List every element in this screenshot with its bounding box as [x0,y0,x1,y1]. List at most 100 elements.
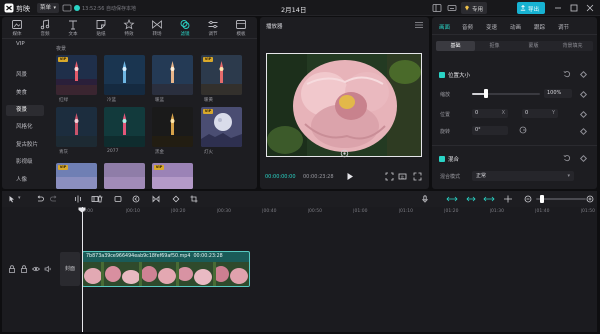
subtab-basic[interactable]: 基础 [436,41,475,51]
position-size-checkbox[interactable] [439,72,445,78]
category-scenery[interactable]: 风景 [6,70,44,81]
redo-icon[interactable] [50,195,58,203]
select-cursor-icon[interactable] [8,195,16,203]
keyframe-icon[interactable] [579,127,588,136]
speaker-icon[interactable] [44,265,52,273]
split-preview-icon[interactable] [503,195,513,203]
position-x-field[interactable]: 0 X [472,109,508,118]
keyframe-icon[interactable] [579,110,588,119]
zoom-out-icon[interactable] [524,195,532,203]
category-stylized[interactable]: 风格化 [6,122,44,133]
keyboard-shortcut-icon[interactable] [447,3,457,13]
export-button[interactable]: 导出 [517,2,545,14]
category-food[interactable]: 美食 [6,88,44,99]
tab-effects[interactable]: 特效 [114,18,144,38]
scale-slider-handle[interactable] [484,89,489,98]
subtab-cutout[interactable]: 抠像 [475,41,514,51]
tab-speed[interactable]: 变速 [486,23,497,31]
tab-animation[interactable]: 动画 [510,23,521,31]
tab-filter[interactable]: 滤镜 [170,18,200,38]
reset-icon[interactable] [563,70,571,78]
blend-checkbox[interactable] [439,156,445,162]
filter-thumbnail[interactable]: VIP [56,55,97,95]
filter-thumbnail[interactable] [152,55,193,95]
fit-screen-icon[interactable] [385,172,394,181]
menu-icon[interactable] [414,21,424,29]
keyframe-icon[interactable] [579,154,588,163]
undo-icon[interactable] [36,195,44,203]
playhead[interactable] [82,207,83,332]
linkage-icon[interactable] [483,195,495,203]
category-vip[interactable]: VIP [6,39,44,50]
timeline-zoom-handle[interactable] [540,195,544,203]
magnet-snap-icon[interactable] [465,195,477,203]
lock-icon[interactable] [20,265,28,273]
category-cinematic[interactable]: 影视级 [6,157,44,168]
filter-thumbnail[interactable] [152,107,193,147]
category-retro-film[interactable]: 复古胶片 [6,140,44,151]
tab-picture[interactable]: 画面 [439,23,450,31]
video-preview[interactable] [266,53,422,157]
camera-icon[interactable] [340,149,349,158]
filter-thumbnail[interactable]: VIP [201,107,242,147]
tab-adjust[interactable]: 调节 [558,23,569,31]
tab-transition[interactable]: 转场 [142,18,172,38]
filter-thumbnail[interactable] [104,163,145,189]
chevron-down-icon[interactable]: ▾ [18,195,21,201]
fullscreen-icon[interactable] [413,172,422,181]
blend-mode-select[interactable]: 正常 ▾ [472,171,574,181]
reset-icon[interactable] [563,154,571,162]
pro-button[interactable]: 专用 [461,2,487,14]
zoom-in-icon[interactable] [586,195,594,203]
reverse-icon[interactable] [132,195,140,203]
cover-button[interactable]: 封面 [60,252,80,286]
tab-template[interactable]: 模板 [226,18,256,38]
minimize-icon[interactable] [553,3,563,13]
rotate-icon[interactable] [172,195,180,203]
mirror-icon[interactable] [152,195,160,203]
tab-tracking[interactable]: 跟踪 [534,23,545,31]
timeline[interactable]: 00:00 |00:10 |00:20 |00:30 |00:40 |00:50 |01:0… [2,207,597,332]
microphone-icon[interactable] [421,195,429,203]
tab-sticker[interactable]: 贴纸 [86,18,116,38]
category-portrait[interactable]: 人像 [6,175,44,186]
layout-icon[interactable] [432,3,442,13]
lock-icon[interactable] [8,265,16,273]
crop-icon[interactable] [190,195,198,203]
split-icon[interactable] [74,195,82,203]
tab-media[interactable]: 媒体 [2,18,32,38]
position-y-field[interactable]: 0 Y [522,109,558,118]
link-main-track-icon[interactable] [446,195,458,203]
filter-thumbnail[interactable] [56,107,97,147]
tab-audio[interactable]: 音频 [30,18,60,38]
scale-value-field[interactable]: 100% [544,89,572,98]
freeze-frame-icon[interactable] [114,195,122,203]
keyframe-icon[interactable] [579,70,588,79]
subtab-mask[interactable]: 蒙版 [514,41,553,51]
project-title[interactable]: 2月14日 [281,4,306,14]
keyframe-icon[interactable] [579,90,588,99]
video-clip[interactable]: 7b873a39ce966494eab9c18fef69af50.mp4 00:… [82,251,250,287]
delete-icon[interactable] [96,195,104,203]
menu-button[interactable]: 菜单 ▾ [37,3,59,13]
filter-thumbnail[interactable]: VIP [201,55,242,95]
play-icon[interactable] [346,172,354,181]
filter-thumbnail[interactable] [104,107,145,147]
filter-thumbnail[interactable] [104,55,145,95]
filter-thumbnail[interactable]: VIP [56,163,97,189]
timeline-ruler[interactable]: 00:00 |00:10 |00:20 |00:30 |00:40 |00:50 |01:0… [80,207,597,219]
eye-icon[interactable] [32,265,40,273]
tab-text[interactable]: 文本 [58,18,88,38]
maximize-icon[interactable] [569,3,579,13]
subtab-background-fill[interactable]: 背景填充 [553,41,592,51]
tab-audio[interactable]: 音频 [462,23,473,31]
filter-thumbnail[interactable]: VIP [152,163,193,189]
rotate-field[interactable]: 0° [472,126,508,135]
close-icon[interactable] [585,3,595,13]
category-night[interactable]: 夜景 [6,105,44,116]
tab-adjust[interactable]: 调节 [198,18,228,38]
rotate-dial-icon[interactable] [519,126,527,134]
scale-slider[interactable] [472,93,540,95]
screen-icon[interactable] [62,3,72,13]
aspect-ratio-icon[interactable]: 比 [398,172,407,181]
